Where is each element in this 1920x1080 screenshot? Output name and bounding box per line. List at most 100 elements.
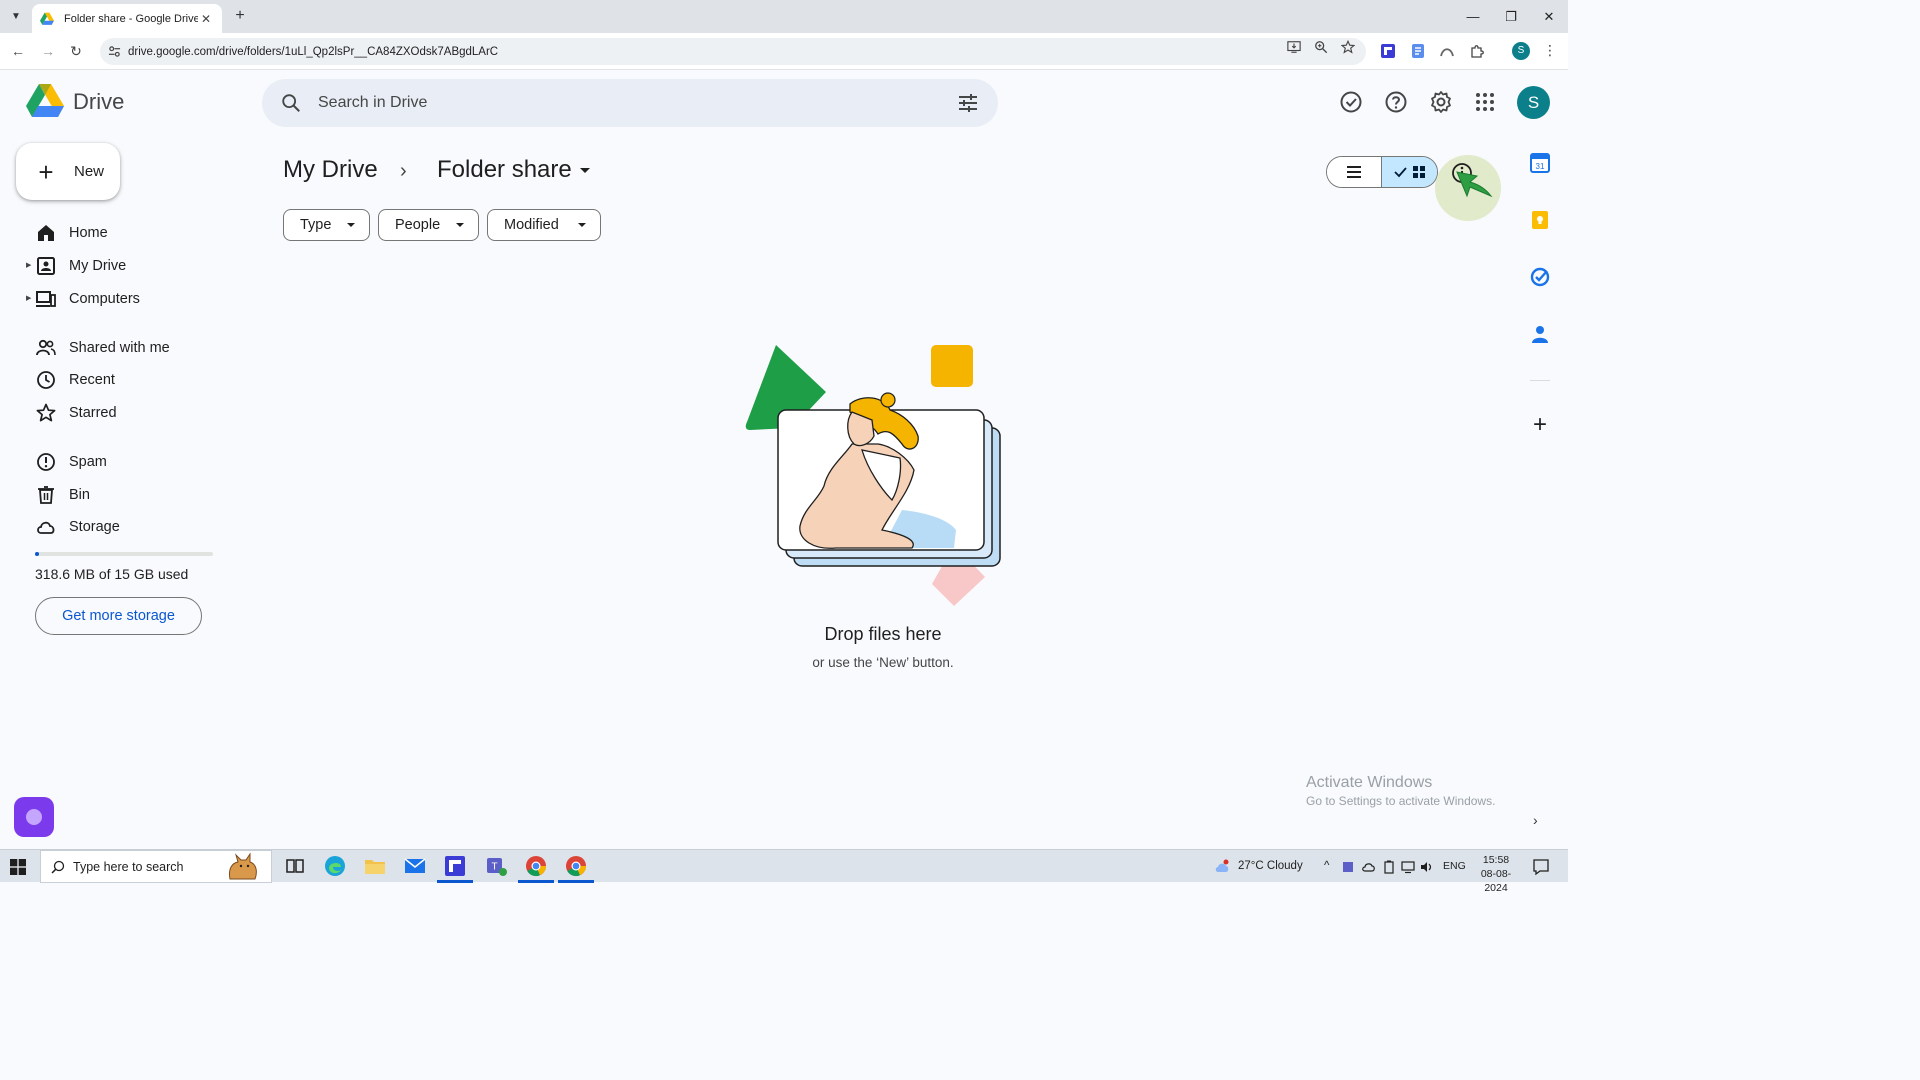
- drive-favicon-icon: [40, 12, 54, 25]
- chrome-profile-icon[interactable]: [564, 854, 588, 878]
- new-tab-button[interactable]: +: [230, 6, 250, 26]
- system-clock[interactable]: 15:58 08-08-2024: [1470, 853, 1522, 895]
- show-side-panel-chevron-icon[interactable]: ›: [1533, 812, 1538, 828]
- folder-menu-caret-icon[interactable]: [580, 168, 590, 173]
- volume-icon[interactable]: [1420, 860, 1434, 874]
- settings-gear-icon[interactable]: [1429, 90, 1453, 114]
- site-info-icon[interactable]: [108, 45, 121, 58]
- sidebar-item-shared-with-me[interactable]: Shared with me: [26, 332, 256, 364]
- weather-icon[interactable]: [1214, 859, 1230, 875]
- list-icon: [1347, 166, 1361, 178]
- browser-tab[interactable]: Folder share - Google Drive ✕: [32, 4, 222, 33]
- battery-icon[interactable]: [1382, 860, 1396, 874]
- empty-state-title: Drop files here: [824, 624, 942, 644]
- watermark-line1: Activate Windows: [1306, 774, 1433, 791]
- install-app-icon[interactable]: [1287, 40, 1301, 54]
- weather-text[interactable]: 27°C Cloudy: [1238, 860, 1303, 872]
- search-options-icon[interactable]: [956, 91, 980, 115]
- expand-caret-icon[interactable]: ▶: [26, 261, 31, 269]
- new-button[interactable]: + New: [16, 143, 120, 200]
- windows-start-icon[interactable]: [10, 859, 26, 875]
- sidebar-item-bin[interactable]: Bin: [26, 479, 256, 511]
- account-avatar[interactable]: S: [1517, 86, 1550, 119]
- sidebar-item-label: Starred: [69, 405, 117, 421]
- shared-icon: [36, 339, 56, 356]
- filter-chip-people[interactable]: People: [378, 209, 479, 241]
- sidebar-item-home[interactable]: Home: [26, 217, 256, 249]
- notifications-icon[interactable]: [1532, 858, 1550, 876]
- file-explorer-icon[interactable]: [363, 854, 387, 878]
- teams-tray-icon[interactable]: [1342, 860, 1356, 874]
- breadcrumb-current-folder[interactable]: Folder share: [437, 156, 572, 184]
- zoom-icon[interactable]: [1314, 40, 1328, 54]
- sidebar-item-storage[interactable]: Storage: [26, 511, 256, 543]
- sidebar-item-starred[interactable]: Starred: [26, 397, 256, 429]
- filter-chip-modified[interactable]: Modified: [487, 209, 601, 241]
- extension-icon-3[interactable]: [1439, 43, 1455, 59]
- extensions-puzzle-icon[interactable]: [1469, 43, 1485, 59]
- restore-button[interactable]: ❐: [1492, 0, 1530, 33]
- drive-logo-icon[interactable]: [26, 84, 64, 118]
- sidebar-item-recent[interactable]: Recent: [26, 364, 256, 396]
- sidebar-item-spam[interactable]: Spam: [26, 446, 256, 478]
- chrome-menu-icon[interactable]: ⋮: [1543, 42, 1557, 59]
- search-icon[interactable]: [280, 92, 302, 114]
- tasks-icon[interactable]: [1530, 267, 1550, 287]
- get-addons-plus-icon[interactable]: +: [1530, 413, 1550, 437]
- plus-icon: +: [38, 156, 54, 187]
- sidebar-item-my-drive[interactable]: ▶ My Drive: [26, 250, 256, 282]
- show-hidden-icons-icon[interactable]: ^: [1324, 860, 1329, 872]
- address-bar[interactable]: drive.google.com/drive/folders/1uLl_Qp2l…: [100, 38, 1366, 65]
- breadcrumb-my-drive[interactable]: My Drive: [283, 156, 378, 184]
- app-name[interactable]: Drive: [73, 89, 124, 115]
- sidebar-item-label: Computers: [69, 291, 140, 307]
- expand-caret-icon[interactable]: ▶: [26, 294, 31, 302]
- reload-button[interactable]: ↻: [66, 41, 86, 61]
- forward-button[interactable]: →: [38, 41, 58, 61]
- keep-icon[interactable]: [1530, 210, 1550, 230]
- chrome-icon[interactable]: [524, 854, 548, 878]
- chevron-down-icon: [578, 223, 586, 227]
- offline-ready-icon[interactable]: [1339, 90, 1363, 114]
- sidebar-item-label: Storage: [69, 519, 120, 535]
- onedrive-icon[interactable]: [1362, 860, 1376, 874]
- sidebar-item-computers[interactable]: ▶ Computers: [26, 283, 256, 315]
- watermark-line2: Go to Settings to activate Windows.: [1306, 794, 1496, 808]
- language-indicator[interactable]: ENG: [1443, 860, 1466, 872]
- search-bar[interactable]: [262, 79, 998, 127]
- list-layout-button[interactable]: [1327, 157, 1383, 187]
- taskbar-app-icon[interactable]: [443, 854, 467, 878]
- taskbar-search-text: Type here to search: [73, 859, 184, 874]
- grid-check-icon: [1393, 166, 1425, 178]
- extension-icon[interactable]: [1380, 43, 1396, 59]
- calendar-icon[interactable]: 31: [1530, 153, 1550, 173]
- filter-chip-type[interactable]: Type: [283, 209, 370, 241]
- storage-usage-fill: [35, 552, 39, 556]
- mail-icon[interactable]: [403, 854, 427, 878]
- windows-taskbar: Type here to search T 27°C Cloudy ^ ENG …: [0, 849, 1568, 894]
- svg-text:31: 31: [1536, 162, 1545, 171]
- breadcrumb-separator: ›: [400, 160, 407, 182]
- task-view-icon[interactable]: [283, 854, 307, 878]
- grid-layout-button[interactable]: [1382, 157, 1437, 187]
- contacts-icon[interactable]: [1530, 324, 1550, 344]
- edge-browser-icon[interactable]: [323, 854, 347, 878]
- bookmark-star-icon[interactable]: [1341, 40, 1355, 54]
- cloud-icon: [37, 521, 55, 534]
- chrome-profile-avatar[interactable]: S: [1512, 42, 1530, 60]
- teams-icon[interactable]: T: [484, 854, 508, 878]
- minimize-button[interactable]: —: [1454, 0, 1492, 33]
- active-app-indicator: [518, 880, 554, 883]
- get-more-storage-button[interactable]: Get more storage: [35, 597, 202, 635]
- search-input[interactable]: [318, 89, 918, 117]
- back-button[interactable]: ←: [8, 41, 28, 61]
- close-window-button[interactable]: ✕: [1530, 0, 1568, 33]
- tab-close-icon[interactable]: ✕: [198, 12, 214, 26]
- google-apps-icon[interactable]: [1473, 90, 1497, 114]
- tab-search-button[interactable]: ▼: [6, 6, 26, 26]
- network-icon[interactable]: [1401, 860, 1415, 874]
- extension-icon-2[interactable]: [1410, 43, 1426, 59]
- browser-tab-strip: ▼ Folder share - Google Drive ✕ + — ❐ ✕: [0, 0, 1568, 33]
- help-icon[interactable]: [1384, 90, 1408, 114]
- assistant-launcher-button[interactable]: [14, 797, 54, 837]
